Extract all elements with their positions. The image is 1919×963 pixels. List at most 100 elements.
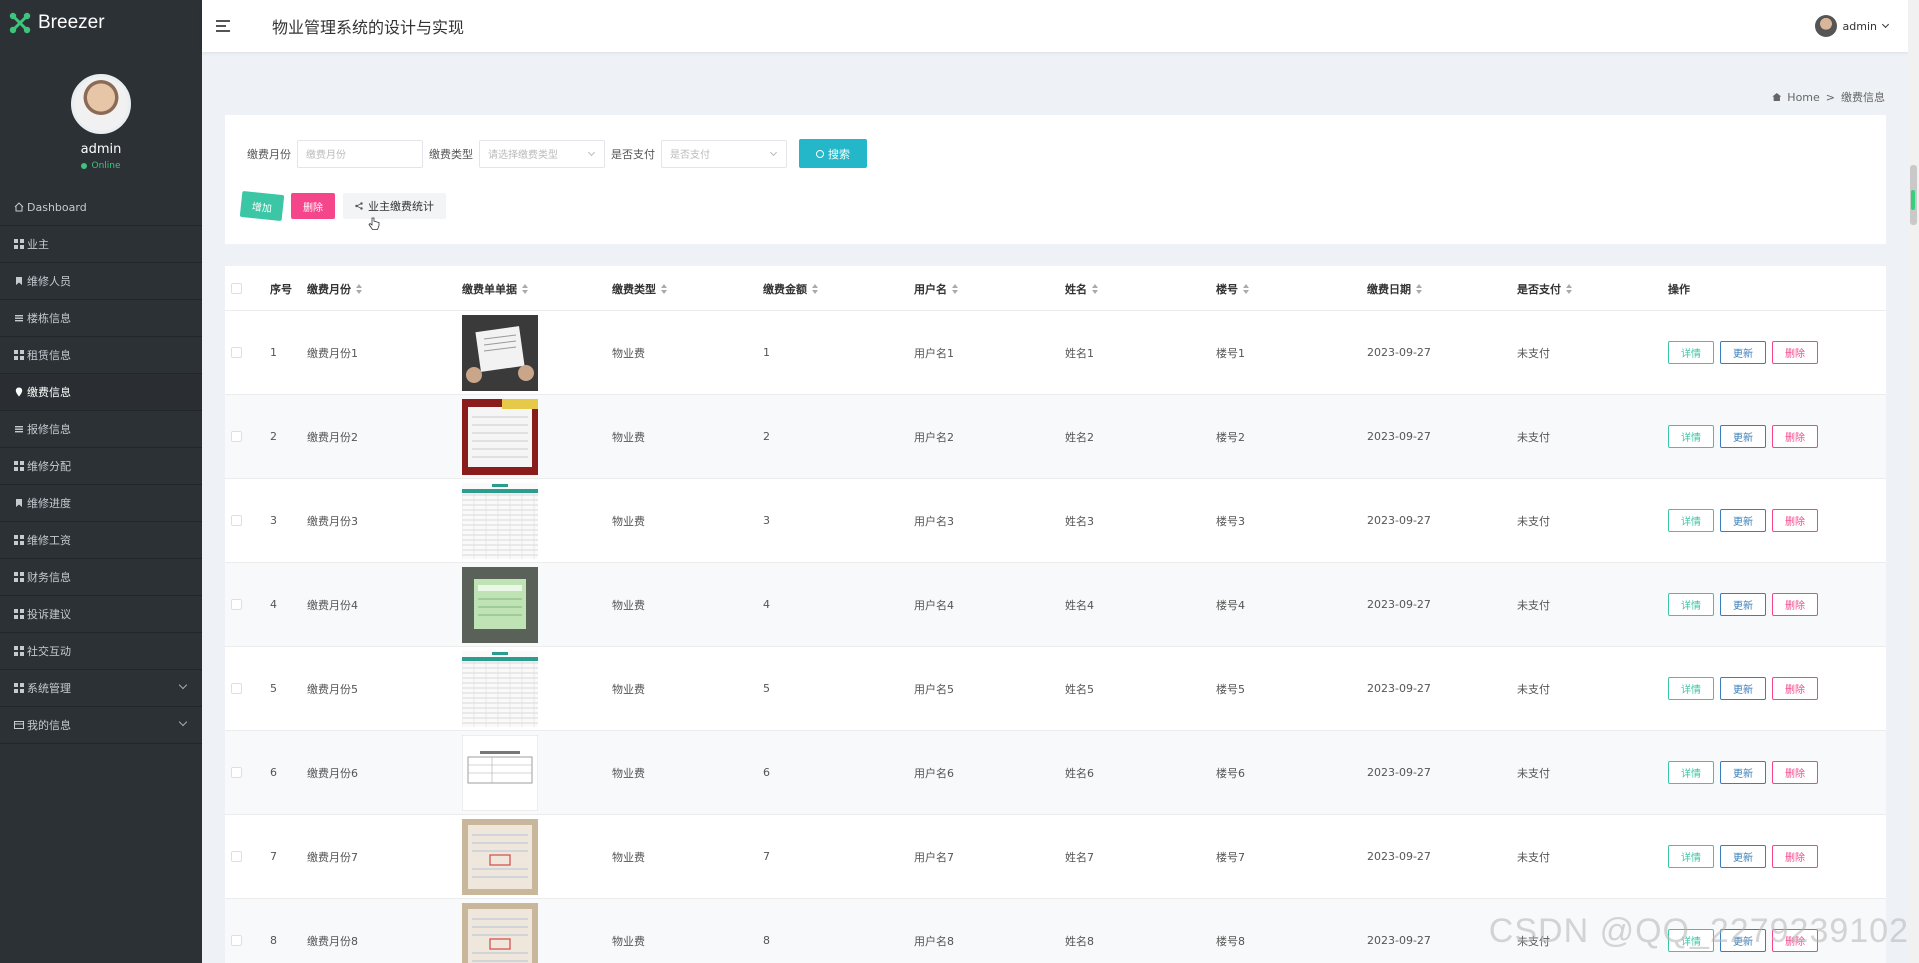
cell-month: 缴费月份7 (307, 850, 358, 864)
receipt-thumbnail[interactable] (462, 398, 538, 475)
thumbnail-cell (462, 311, 538, 394)
column-header[interactable]: 缴费金额 (763, 266, 818, 311)
detail-button[interactable]: 详情 (1668, 845, 1714, 868)
update-button[interactable]: 更新 (1720, 425, 1766, 448)
delete-button[interactable]: 删除 (291, 193, 335, 219)
row-delete-button[interactable]: 删除 (1772, 761, 1818, 784)
column-header[interactable]: 是否支付 (1517, 266, 1572, 311)
receipt-thumbnail[interactable] (462, 482, 538, 559)
sidebar-item-11[interactable]: 投诉建议 (0, 596, 202, 633)
page-scrollbar[interactable] (1908, 0, 1919, 963)
breadcrumb-home[interactable]: Home (1787, 91, 1819, 104)
add-button[interactable]: 增加 (239, 190, 285, 222)
row-checkbox[interactable] (231, 347, 242, 358)
sidebar-item-12[interactable]: 社交互动 (0, 633, 202, 670)
row-checkbox[interactable] (231, 767, 242, 778)
row-checkbox[interactable] (231, 431, 242, 442)
row-delete-button[interactable]: 删除 (1772, 509, 1818, 532)
receipt-thumbnail[interactable] (462, 650, 538, 727)
detail-button[interactable]: 详情 (1668, 341, 1714, 364)
detail-button[interactable]: 详情 (1668, 761, 1714, 784)
receipt-thumbnail[interactable] (462, 734, 538, 811)
detail-button[interactable]: 详情 (1668, 593, 1714, 616)
sidebar-item-1[interactable]: 业主 (0, 226, 202, 263)
update-button[interactable]: 更新 (1720, 761, 1766, 784)
sidebar-item-6[interactable]: 报修信息 (0, 411, 202, 448)
row-delete-button[interactable]: 删除 (1772, 593, 1818, 616)
receipt-thumbnail[interactable] (462, 566, 538, 643)
update-button[interactable]: 更新 (1720, 677, 1766, 700)
row-checkbox[interactable] (231, 515, 242, 526)
sort-icon[interactable] (522, 283, 528, 294)
sort-icon[interactable] (1566, 283, 1572, 294)
update-button[interactable]: 更新 (1720, 341, 1766, 364)
checkbox[interactable] (231, 283, 242, 294)
month-input[interactable]: 缴费月份 (297, 139, 423, 168)
sidebar-item-4[interactable]: 租赁信息 (0, 337, 202, 374)
stats-button[interactable]: 业主缴费统计 (343, 193, 446, 219)
column-header[interactable]: 缴费日期 (1367, 266, 1422, 311)
menu-toggle-icon[interactable] (216, 19, 232, 33)
select-all-checkbox[interactable] (231, 266, 242, 311)
paid-select[interactable]: 是否支付 (661, 139, 787, 168)
sidebar-item-3[interactable]: 楼栋信息 (0, 300, 202, 337)
row-checkbox[interactable] (231, 683, 242, 694)
list-icon (15, 426, 23, 433)
sort-icon[interactable] (1243, 283, 1249, 294)
sort-icon[interactable] (356, 283, 362, 294)
home-icon (1772, 93, 1782, 101)
row-delete-button[interactable]: 删除 (1772, 425, 1818, 448)
detail-button[interactable]: 详情 (1668, 509, 1714, 532)
column-header[interactable]: 缴费月份 (307, 266, 362, 311)
cell-username: 用户名8 (914, 934, 954, 948)
detail-button[interactable]: 详情 (1668, 677, 1714, 700)
column-header[interactable]: 用户名 (914, 266, 958, 311)
receipt-thumbnail[interactable] (462, 818, 538, 895)
column-header[interactable]: 姓名 (1065, 266, 1098, 311)
sidebar-item-7[interactable]: 维修分配 (0, 448, 202, 485)
row-checkbox[interactable] (231, 851, 242, 862)
column-header[interactable]: 缴费单单据 (462, 266, 528, 311)
row-delete-button[interactable]: 删除 (1772, 677, 1818, 700)
cell-date: 2023-09-27 (1367, 682, 1431, 695)
sidebar-item-13[interactable]: 系统管理 (0, 670, 202, 707)
sidebar-item-8[interactable]: 维修进度 (0, 485, 202, 522)
thumbnail-cell (462, 647, 538, 730)
update-button[interactable]: 更新 (1720, 593, 1766, 616)
profile: admin Online (0, 46, 202, 171)
update-button[interactable]: 更新 (1720, 509, 1766, 532)
row-delete-button[interactable]: 删除 (1772, 845, 1818, 868)
type-select[interactable]: 请选择缴费类型 (479, 139, 605, 168)
column-header[interactable]: 楼号 (1216, 266, 1249, 311)
sort-icon[interactable] (661, 283, 667, 294)
row-checkbox[interactable] (231, 599, 242, 610)
sidebar-item-label: 维修进度 (27, 497, 71, 510)
cell-paid: 未支付 (1517, 598, 1550, 612)
receipt-thumbnail[interactable] (462, 902, 538, 963)
detail-button[interactable]: 详情 (1668, 425, 1714, 448)
sidebar-item-0[interactable]: Dashboard (0, 189, 202, 226)
sort-icon[interactable] (1416, 283, 1422, 294)
cell-type: 物业费 (612, 430, 645, 444)
data-table: 序号 缴费月份 缴费单单据 缴费类型 缴费金额 用户名 姓名 楼号 缴费日期 是否支付 操作 1 缴费… (225, 266, 1886, 963)
row-checkbox[interactable] (231, 935, 242, 946)
update-button[interactable]: 更新 (1720, 845, 1766, 868)
sort-icon[interactable] (952, 283, 958, 294)
brand[interactable]: Breezer (0, 0, 202, 46)
cell-paid: 未支付 (1517, 682, 1550, 696)
column-header[interactable]: 缴费类型 (612, 266, 667, 311)
sidebar-item-10[interactable]: 财务信息 (0, 559, 202, 596)
cell-paid: 未支付 (1517, 766, 1550, 780)
cell-name: 姓名7 (1065, 850, 1094, 864)
sidebar-item-5[interactable]: 缴费信息 (0, 374, 202, 411)
sort-icon[interactable] (812, 283, 818, 294)
sort-icon[interactable] (1092, 283, 1098, 294)
sidebar-item-9[interactable]: 维修工资 (0, 522, 202, 559)
sidebar-item-2[interactable]: 维修人员 (0, 263, 202, 300)
user-menu[interactable]: admin (1814, 15, 1890, 37)
row-delete-button[interactable]: 删除 (1772, 341, 1818, 364)
column-header-label: 缴费单单据 (462, 282, 517, 296)
sidebar-item-14[interactable]: 我的信息 (0, 707, 202, 744)
search-button[interactable]: 搜索 (799, 139, 867, 168)
receipt-thumbnail[interactable] (462, 314, 538, 391)
